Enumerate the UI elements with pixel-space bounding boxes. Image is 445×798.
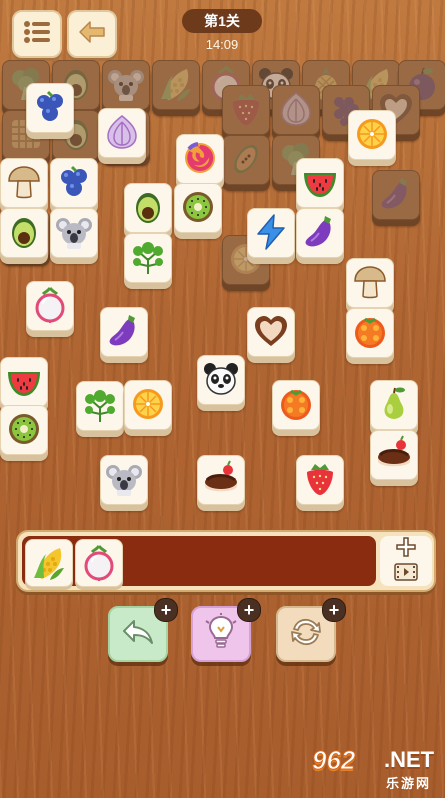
tile-strawberry[interactable] — [296, 455, 344, 505]
tile-tomato[interactable] — [272, 380, 320, 430]
tile-onion — [272, 85, 320, 135]
tile-chocolate-cake[interactable] — [197, 455, 245, 505]
tile-heart-cookie[interactable] — [247, 307, 295, 357]
video-icon — [394, 563, 418, 586]
tile-panda[interactable] — [197, 355, 245, 405]
tile-lollipop[interactable] — [176, 134, 224, 184]
tile-blueberries[interactable] — [50, 158, 98, 208]
add-slot-video-button[interactable] — [380, 536, 432, 586]
tile-watermelon[interactable] — [296, 158, 344, 208]
tile-tomato[interactable] — [346, 308, 394, 358]
tile-strawberry — [222, 85, 270, 135]
hint-button[interactable]: + — [191, 598, 261, 662]
tile-mushroom[interactable] — [0, 158, 48, 208]
shuffle-plus-badge[interactable]: + — [322, 598, 346, 622]
plus-icon — [395, 536, 417, 563]
tile-orange[interactable] — [124, 380, 172, 430]
tray-slots — [22, 536, 376, 587]
tile-pear[interactable] — [370, 380, 418, 430]
tile-koala[interactable] — [100, 455, 148, 505]
tile-chocolate-cake[interactable] — [370, 430, 418, 480]
tile-koala[interactable] — [50, 208, 98, 258]
tile-board — [0, 0, 445, 520]
tile-kiwi[interactable] — [174, 183, 222, 233]
tray-tile-radish — [75, 539, 123, 587]
tile-tray — [16, 530, 436, 592]
tile-eggplant[interactable] — [296, 208, 344, 258]
tile-radish[interactable] — [26, 281, 74, 331]
tile-onion[interactable] — [98, 108, 146, 158]
tile-avocado[interactable] — [124, 183, 172, 233]
tile-avocado[interactable] — [0, 208, 48, 258]
tile-papaya — [222, 135, 270, 185]
tile-lightning[interactable] — [247, 208, 295, 258]
hint-plus-badge[interactable]: + — [237, 598, 261, 622]
shuffle-button[interactable]: + — [276, 598, 346, 662]
watermark-site: 乐游网 — [386, 776, 432, 791]
tile-eggplant — [372, 170, 420, 220]
lightbulb-icon — [204, 612, 238, 656]
tile-orange[interactable] — [348, 110, 396, 160]
tile-blueberries[interactable] — [26, 83, 74, 133]
shuffle-icon — [288, 615, 324, 654]
undo-arrow-icon — [120, 617, 156, 652]
tile-corn — [152, 60, 200, 110]
tile-mushroom[interactable] — [346, 258, 394, 308]
tile-parsley[interactable] — [124, 233, 172, 283]
undo-plus-badge[interactable]: + — [154, 598, 178, 622]
tile-parsley[interactable] — [76, 381, 124, 431]
site-watermark: 962 .NET 乐游网 — [306, 745, 442, 793]
undo-button[interactable]: + — [108, 598, 178, 662]
tile-eggplant[interactable] — [100, 307, 148, 357]
tile-watermelon[interactable] — [0, 357, 48, 407]
tile-kiwi[interactable] — [0, 405, 48, 455]
tile-koala — [102, 60, 150, 110]
watermark-number: 962 — [311, 745, 356, 776]
watermark-net: .NET — [384, 747, 435, 772]
tray-tile-corn — [25, 539, 73, 587]
